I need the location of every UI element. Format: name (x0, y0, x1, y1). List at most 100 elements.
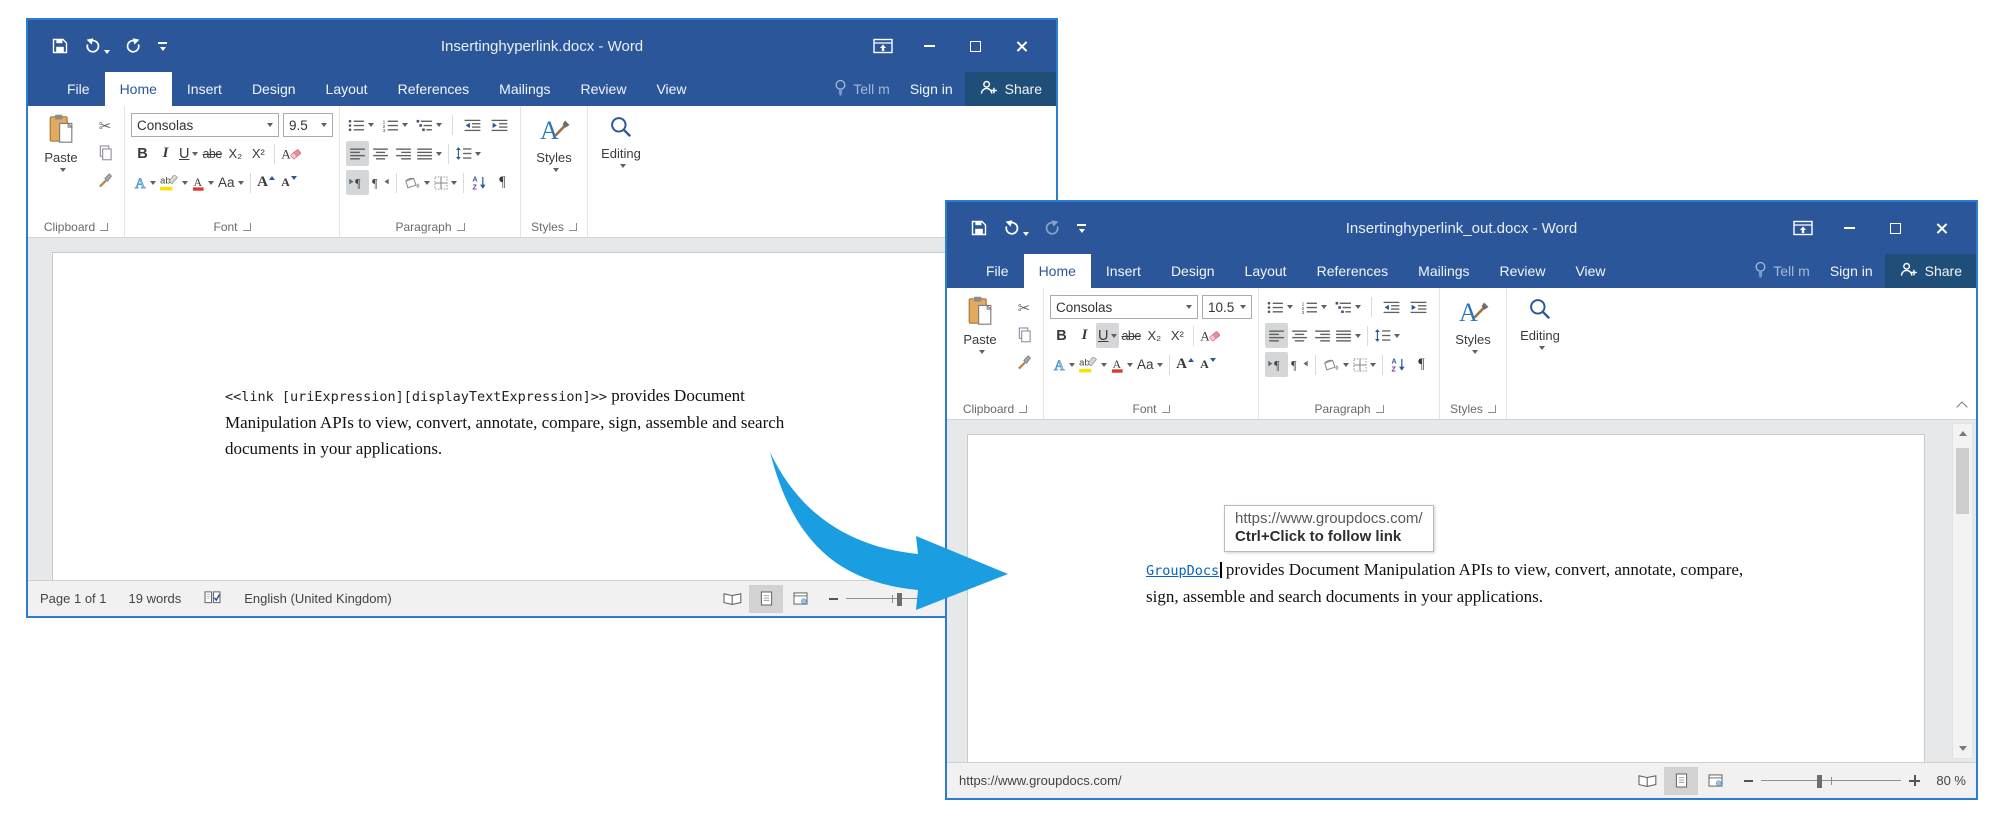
scroll-down-icon[interactable] (1953, 739, 1972, 758)
shading-button[interactable] (1320, 352, 1351, 377)
line-spacing-button[interactable] (453, 141, 483, 166)
word-count[interactable]: 19 words (129, 591, 182, 606)
tab-mailings[interactable]: Mailings (1403, 254, 1484, 288)
font-name-combobox[interactable]: Consolas (1050, 295, 1198, 319)
page-indicator[interactable]: Page 1 of 1 (40, 591, 107, 606)
font-color-icon[interactable] (1109, 352, 1135, 377)
align-right-button[interactable] (1311, 323, 1334, 348)
bold-button[interactable]: B (131, 141, 154, 166)
numbering-button[interactable] (380, 113, 410, 138)
close-button[interactable] (998, 29, 1044, 63)
tab-insert[interactable]: Insert (172, 72, 237, 106)
print-layout-icon[interactable] (1664, 767, 1698, 795)
left-to-right-button[interactable] (346, 170, 369, 195)
groupdocs-hyperlink[interactable]: GroupDocs (1146, 563, 1219, 579)
undo-button[interactable] (83, 38, 110, 54)
styles-button[interactable]: Styles (1446, 293, 1500, 354)
zoom-slider-handle[interactable] (1817, 775, 1822, 788)
highlight-color-icon[interactable] (1077, 352, 1109, 377)
tab-insert[interactable]: Insert (1091, 254, 1156, 288)
tab-home[interactable]: Home (105, 72, 172, 106)
italic-button[interactable]: I (154, 141, 177, 166)
increase-indent-button[interactable] (1407, 295, 1430, 320)
subscript-button[interactable]: X₂ (224, 141, 247, 166)
format-painter-button[interactable] (1011, 350, 1037, 374)
align-left-button[interactable] (346, 141, 369, 166)
decrease-indent-button[interactable] (1380, 295, 1403, 320)
multilevel-list-button[interactable] (1333, 295, 1363, 320)
bullets-button[interactable] (346, 113, 376, 138)
ribbon-display-options-icon[interactable] (860, 29, 906, 63)
share-button[interactable]: Share (1885, 254, 1976, 288)
zoom-slider-handle[interactable] (897, 593, 902, 606)
paragraph-dialog-launcher-icon[interactable] (457, 223, 465, 231)
change-case-button[interactable]: Aa (216, 170, 246, 195)
tab-file[interactable]: File (971, 254, 1024, 288)
justify-button[interactable] (415, 141, 444, 166)
tab-home[interactable]: Home (1024, 254, 1091, 288)
share-button[interactable]: Share (965, 72, 1056, 106)
document-page[interactable]: <<link [uriExpression][displayTextExpres… (52, 252, 958, 580)
borders-button[interactable] (1351, 352, 1378, 377)
font-name-combobox[interactable]: Consolas (131, 113, 279, 137)
sign-in-link[interactable]: Sign in (1818, 254, 1885, 288)
text-effects-icon[interactable] (131, 170, 158, 195)
tell-me-box[interactable]: Tell m (1746, 254, 1818, 288)
save-icon[interactable] (971, 220, 987, 236)
shading-button[interactable] (401, 170, 432, 195)
zoom-slider[interactable] (1761, 773, 1901, 789)
subscript-button[interactable]: X₂ (1143, 323, 1166, 348)
sort-button[interactable] (468, 170, 491, 195)
tab-review[interactable]: Review (1485, 254, 1561, 288)
underline-button[interactable]: U (177, 141, 200, 166)
zoom-in-icon[interactable] (1909, 775, 1920, 786)
tab-file[interactable]: File (52, 72, 105, 106)
tell-me-box[interactable]: Tell m (826, 72, 898, 106)
align-center-button[interactable] (369, 141, 392, 166)
tab-layout[interactable]: Layout (311, 72, 383, 106)
tab-mailings[interactable]: Mailings (484, 72, 565, 106)
tab-view[interactable]: View (641, 72, 701, 106)
bold-button[interactable]: B (1050, 323, 1073, 348)
minimize-button[interactable] (1826, 211, 1872, 245)
left-to-right-button[interactable] (1265, 352, 1288, 377)
superscript-button[interactable]: X² (247, 141, 270, 166)
editing-button[interactable]: Editing (1513, 293, 1567, 350)
align-center-button[interactable] (1288, 323, 1311, 348)
customize-quick-access-icon[interactable] (1077, 224, 1086, 233)
clipboard-dialog-launcher-icon[interactable] (100, 223, 108, 231)
redo-icon[interactable] (125, 38, 143, 54)
language-indicator[interactable]: English (United Kingdom) (244, 591, 391, 606)
grow-font-button[interactable]: A (255, 170, 278, 195)
cut-button[interactable]: ✂ (92, 114, 118, 138)
customize-quick-access-icon[interactable] (158, 42, 167, 51)
sort-button[interactable] (1387, 352, 1410, 377)
scroll-up-icon[interactable] (1953, 424, 1972, 443)
font-size-combobox[interactable]: 10.5 (1202, 295, 1252, 319)
minimize-button[interactable] (906, 29, 952, 63)
tab-design[interactable]: Design (237, 72, 311, 106)
highlight-color-icon[interactable] (158, 170, 190, 195)
change-case-button[interactable]: Aa (1135, 352, 1165, 377)
strikethrough-button[interactable]: abe (200, 141, 223, 166)
undo-dropdown-icon[interactable] (1023, 232, 1029, 236)
editing-button[interactable]: Editing (594, 111, 648, 168)
ribbon-display-options-icon[interactable] (1780, 211, 1826, 245)
line-spacing-button[interactable] (1372, 323, 1402, 348)
borders-button[interactable] (432, 170, 459, 195)
copy-button[interactable] (1011, 323, 1037, 347)
title-bar[interactable]: Insertinghyperlink.docx - Word (28, 20, 1056, 72)
paste-button[interactable]: Paste (953, 293, 1007, 374)
align-right-button[interactable] (392, 141, 415, 166)
font-size-combobox[interactable]: 9.5 (283, 113, 333, 137)
tab-references[interactable]: References (383, 72, 485, 106)
text-effects-icon[interactable] (1050, 352, 1077, 377)
font-color-icon[interactable] (190, 170, 216, 195)
clear-formatting-icon[interactable] (279, 141, 304, 166)
underline-button-active[interactable]: U (1096, 323, 1119, 348)
web-layout-icon[interactable] (1698, 767, 1732, 795)
tab-design[interactable]: Design (1156, 254, 1230, 288)
styles-dialog-launcher-icon[interactable] (1488, 405, 1496, 413)
document-page[interactable]: https://www.groupdocs.com/ Ctrl+Click to… (967, 434, 1925, 762)
maximize-button[interactable] (1872, 211, 1918, 245)
